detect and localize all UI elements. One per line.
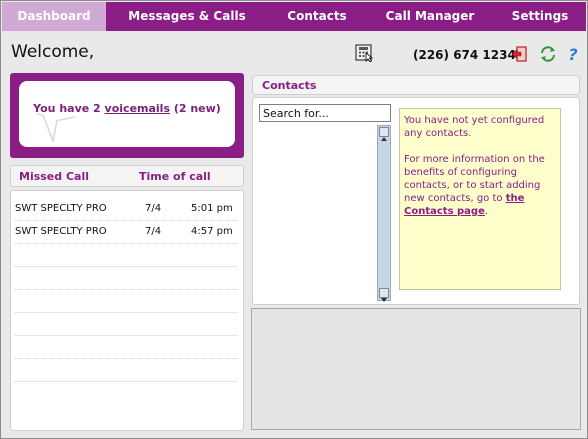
contacts-panel: You have not yet configured any contacts… bbox=[252, 97, 580, 305]
contacts-info-note: You have not yet configured any contacts… bbox=[399, 108, 561, 290]
call-time: 5:01 pm bbox=[191, 203, 233, 214]
empty-table-row bbox=[15, 336, 237, 359]
empty-table-row bbox=[15, 244, 237, 267]
main-nav: Dashboard Messages & Calls Contacts Call… bbox=[2, 2, 586, 31]
refresh-icon[interactable] bbox=[539, 45, 557, 63]
caller-name: SWT SPECLTY PRO bbox=[15, 203, 107, 214]
voicemail-prefix: You have 2 bbox=[33, 102, 105, 115]
scroll-down-arrow-icon[interactable] bbox=[379, 288, 389, 302]
scroll-up-arrow-icon[interactable] bbox=[379, 127, 389, 141]
contacts-scrollbar[interactable] bbox=[377, 125, 391, 302]
contacts-search-input[interactable] bbox=[259, 104, 391, 122]
voicemail-message: You have 2 voicemails (2 new) bbox=[19, 102, 235, 115]
voicemail-panel: You have 2 voicemails (2 new) bbox=[10, 73, 244, 158]
missed-call-column-header[interactable]: Missed Call bbox=[19, 170, 89, 183]
missed-calls-header: Missed Call Time of call bbox=[10, 165, 244, 187]
call-date: 7/4 bbox=[145, 226, 162, 237]
voicemails-link[interactable]: voicemails bbox=[105, 102, 170, 115]
call-date: 7/4 bbox=[145, 203, 162, 214]
table-row[interactable]: SWT SPECLTY PRO 7/4 4:57 pm bbox=[15, 221, 237, 244]
missed-calls-table: SWT SPECLTY PRO 7/4 5:01 pm SWT SPECLTY … bbox=[10, 190, 244, 431]
tab-contacts[interactable]: Contacts bbox=[268, 2, 366, 31]
voicemail-suffix: (2 new) bbox=[170, 102, 221, 115]
time-of-call-column-header[interactable]: Time of call bbox=[139, 170, 211, 183]
no-contacts-message: You have not yet configured any contacts… bbox=[404, 115, 545, 139]
tab-dashboard[interactable]: Dashboard bbox=[2, 2, 106, 31]
help-icon[interactable]: ? bbox=[564, 45, 582, 63]
tab-call-manager[interactable]: Call Manager bbox=[366, 2, 494, 31]
contacts-title: Contacts bbox=[262, 79, 317, 92]
empty-table-row bbox=[15, 359, 237, 382]
contacts-help-text: For more information on the benefits of … bbox=[404, 153, 556, 218]
contacts-list[interactable] bbox=[259, 125, 391, 301]
app-window: Dashboard Messages & Calls Contacts Call… bbox=[0, 0, 588, 439]
speech-bubble-tail bbox=[36, 112, 75, 143]
tab-messages-calls[interactable]: Messages & Calls bbox=[106, 2, 268, 31]
svg-text:?: ? bbox=[568, 45, 577, 63]
phone-number: (226) 674 1234 bbox=[413, 48, 516, 62]
table-row[interactable]: SWT SPECLTY PRO 7/4 5:01 pm bbox=[15, 198, 237, 221]
tab-settings[interactable]: Settings bbox=[494, 2, 586, 31]
pager-icon[interactable] bbox=[355, 44, 374, 62]
contacts-help-suffix: . bbox=[484, 206, 489, 217]
contacts-header: Contacts bbox=[252, 75, 580, 95]
voicemail-bubble: You have 2 voicemails (2 new) bbox=[19, 81, 235, 147]
call-time: 4:57 pm bbox=[191, 226, 233, 237]
caller-name: SWT SPECLTY PRO bbox=[15, 226, 107, 237]
empty-table-row bbox=[15, 267, 237, 290]
logout-icon[interactable] bbox=[511, 45, 529, 63]
empty-table-row bbox=[15, 313, 237, 336]
empty-panel bbox=[251, 308, 581, 430]
welcome-text: Welcome, bbox=[11, 42, 95, 62]
empty-table-row bbox=[15, 290, 237, 313]
